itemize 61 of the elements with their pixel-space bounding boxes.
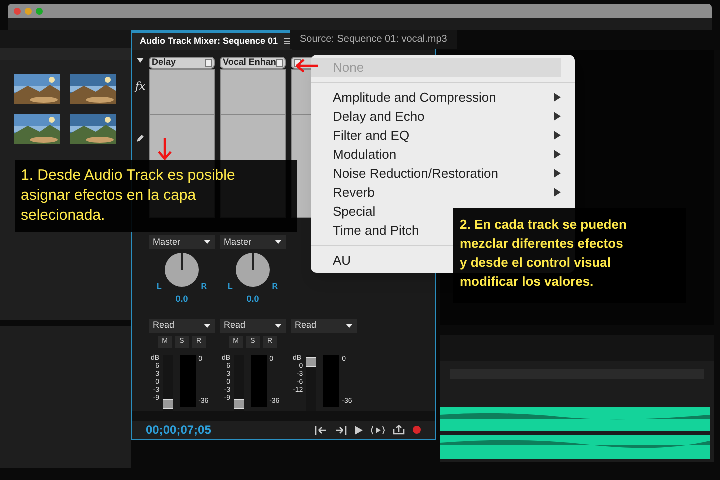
annotation-text: 1. Desde Audio Track es posible [21, 166, 236, 186]
caret-icon [275, 240, 282, 244]
pan-right-label: R [201, 281, 207, 294]
annotation-text: asignar efectos en la capa [21, 186, 198, 206]
mixer-tab[interactable]: Audio Track Mixer: Sequence 01 [132, 31, 292, 50]
caret-icon [204, 240, 211, 244]
step-back-icon[interactable] [315, 426, 327, 434]
menu-item[interactable]: Amplitude and Compression [311, 88, 496, 107]
menu-item[interactable]: Special [311, 202, 376, 221]
effect-dropdown[interactable]: Delay [149, 57, 215, 69]
level-meter [250, 355, 267, 408]
collapse-icon[interactable] [137, 58, 144, 63]
fader-handle[interactable] [162, 399, 173, 410]
pan-value[interactable]: 0.0 [246, 293, 260, 307]
menu-item[interactable]: Reverb [311, 183, 375, 202]
menu-item[interactable]: Delay and Echo [311, 107, 425, 126]
annotation-text: modificar los valores. [460, 273, 595, 291]
fader-track[interactable] [234, 355, 244, 412]
caret-icon [204, 324, 211, 328]
record-icon[interactable] [413, 426, 421, 434]
menu-item[interactable]: Time and Pitch [311, 221, 420, 240]
down-arrow [158, 138, 172, 160]
send-dropdown[interactable]: Master [149, 235, 215, 250]
annotation-text: y desde el control visual [460, 254, 612, 272]
automation-dropdown[interactable]: Read [149, 319, 215, 334]
pen-icon[interactable] [136, 134, 145, 142]
step-forward-icon[interactable] [335, 426, 347, 434]
effect-dropdown[interactable]: Vocal Enhan [220, 57, 286, 69]
fader-handle[interactable] [306, 357, 316, 367]
pan-knob[interactable] [236, 253, 270, 288]
timecode[interactable]: 00;00;07;05 [146, 421, 212, 439]
play-in-to-out-icon[interactable] [371, 426, 385, 434]
caret-icon [346, 324, 353, 328]
fader-track[interactable] [162, 355, 173, 412]
pan-right-label: R [272, 281, 278, 294]
play-icon[interactable] [355, 426, 363, 434]
fx-label: fx [135, 79, 146, 95]
menu-item[interactable]: Modulation [311, 145, 397, 164]
left-arrow [296, 59, 318, 73]
annotation-text: selecionada. [21, 206, 106, 226]
pan-value[interactable]: 0.0 [176, 293, 188, 307]
export-icon[interactable] [393, 425, 405, 435]
level-meter [323, 355, 340, 407]
annotation-text: 2. En cada track se pueden [460, 216, 628, 234]
automation-dropdown[interactable]: Read [291, 319, 357, 334]
fader-track[interactable] [306, 355, 316, 411]
caret-icon [275, 324, 282, 328]
menu-icon[interactable] [284, 38, 290, 45]
level-meter [180, 355, 196, 408]
menu-item[interactable]: Noise Reduction/Restoration [311, 164, 498, 183]
fader-handle[interactable] [234, 399, 244, 410]
automation-dropdown[interactable]: Read [220, 319, 286, 334]
pan-left-label: L [157, 281, 162, 294]
pan-knob[interactable] [165, 253, 199, 288]
send-dropdown[interactable]: Master [220, 235, 286, 250]
annotation-text: mezclar diferentes efectos [460, 235, 624, 253]
tab-title: Audio Track Mixer: Sequence 01 [140, 34, 278, 48]
menu-item[interactable]: Filter and EQ [311, 126, 410, 145]
source-tab[interactable]: Source: Sequence 01: vocal.mp3 [290, 30, 458, 49]
pan-left-label: L [228, 281, 233, 294]
menu-item[interactable]: AU [311, 251, 352, 270]
